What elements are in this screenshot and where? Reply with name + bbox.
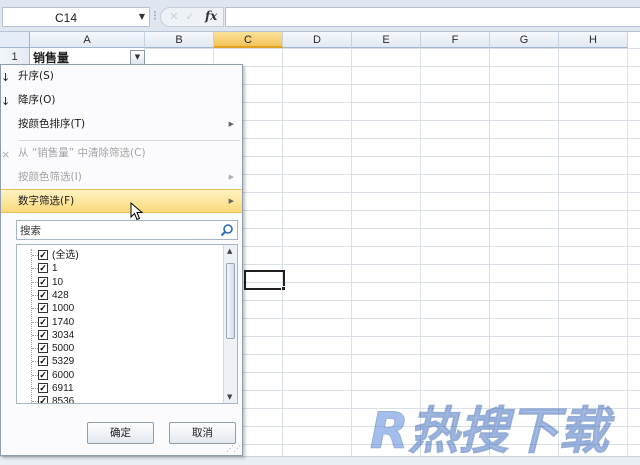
column-header-c[interactable]: C (214, 32, 283, 48)
tree-line (31, 249, 32, 403)
scroll-down-icon[interactable]: ▼ (227, 393, 232, 401)
checkbox[interactable]: ✓ (38, 356, 48, 367)
checklist-item-label: 5329 (52, 356, 75, 368)
formula-input[interactable] (225, 7, 640, 27)
active-cell-c14[interactable] (244, 270, 285, 290)
name-box[interactable]: C14 ▼ (2, 7, 150, 27)
checkbox[interactable]: ✓ (38, 289, 48, 300)
mouse-pointer-icon (130, 202, 144, 221)
checklist-item-label: 6000 (52, 369, 75, 381)
checkbox[interactable]: ✓ (38, 263, 48, 274)
search-input[interactable]: 搜索 (16, 220, 238, 240)
checklist-scrollbar[interactable]: ▲ ▼ (223, 245, 237, 403)
checklist-item-label: (全选) (52, 250, 79, 261)
column-header-g[interactable]: G (490, 32, 559, 48)
submenu-arrow-icon: ▶ (228, 173, 234, 181)
watermark-logo: R热搜下载 (370, 402, 617, 461)
sort-descending-icon: ↓ (1, 95, 11, 108)
select-all-corner[interactable] (0, 32, 30, 48)
checklist-item-label: 1740 (52, 316, 75, 328)
menu-item-label: 按颜色排序(T) (18, 118, 86, 130)
checkbox[interactable]: ✓ (38, 250, 48, 260)
checklist-item-label: 5000 (52, 343, 75, 355)
menu-item-label: 数字筛选(F) (18, 195, 75, 207)
checklist-item-label: 1000 (52, 303, 75, 315)
checkbox[interactable]: ✓ (38, 369, 48, 380)
value-checklist[interactable]: ✓ (全选) ✓ 1 ✓ 10 ✓ 428 ✓ 1000 ✓ 1740 ✓ 3034 ✓ 5000 ✓ 5329 ✓… (16, 244, 238, 404)
menu-item-label: 降序(O) (18, 94, 56, 106)
scroll-up-icon[interactable]: ▲ (227, 247, 232, 255)
clear-filter-icon: ⨯ (1, 148, 11, 161)
column-header-e[interactable]: E (352, 32, 421, 48)
name-box-value: C14 (55, 11, 78, 25)
menu-item-label: 按颜色筛选(I) (18, 171, 82, 183)
scroll-thumb[interactable] (226, 263, 235, 339)
checkbox[interactable]: ✓ (38, 383, 48, 393)
insert-function-icon[interactable]: fx (205, 9, 217, 23)
menu-clear-filter[interactable]: ⨯ 从 “销售量” 中清除筛选(C) (1, 142, 242, 166)
checkbox[interactable]: ✓ (38, 316, 48, 327)
checkbox[interactable]: ✓ (38, 343, 48, 354)
watermark-text: R热搜下载 (370, 402, 616, 460)
search-placeholder: 搜索 (20, 225, 41, 237)
column-header-h[interactable]: H (559, 32, 628, 48)
formula-bar-splitter[interactable]: ⁝ (150, 9, 160, 25)
menu-item-label: 升序(S) (18, 70, 54, 82)
name-box-dropdown-icon[interactable]: ▼ (139, 12, 145, 21)
submenu-arrow-icon: ▶ (228, 120, 234, 128)
menu-sort-ascending[interactable]: ↓ 升序(S) (1, 65, 242, 89)
resize-grip-icon[interactable]: ⋰⋰ (226, 444, 241, 453)
formula-bar: C14 ▼ ⁝ ✕ ✓ fx (0, 0, 640, 32)
checklist-item-label: 10 (52, 276, 64, 288)
checklist-item-label: 3034 (52, 329, 75, 341)
checklist-item-label: 428 (52, 289, 69, 301)
menu-filter-by-color[interactable]: 按颜色筛选(I) ▶ (1, 166, 242, 190)
menu-sort-by-color[interactable]: 按颜色排序(T) ▶ (1, 113, 242, 137)
sort-ascending-icon: ↓ (1, 71, 11, 84)
search-icon[interactable] (220, 223, 234, 237)
enter-icon[interactable]: ✓ (183, 10, 197, 24)
fill-handle[interactable] (281, 286, 286, 291)
submenu-arrow-icon: ▶ (228, 197, 234, 205)
formula-buttons: ✕ ✓ fx (160, 7, 224, 27)
column-header-a[interactable]: A (30, 32, 145, 48)
column-headers: ABCDEFGH (30, 32, 640, 48)
cancel-button[interactable]: 取消 (169, 422, 236, 444)
checklist-item-label: 1 (52, 263, 58, 275)
menu-sort-descending[interactable]: ↓ 降序(O) (1, 89, 242, 113)
column-header-b[interactable]: B (145, 32, 214, 48)
menu-number-filters[interactable]: 数字筛选(F) ▶ (1, 189, 242, 213)
checkbox[interactable]: ✓ (38, 329, 48, 340)
checkbox[interactable]: ✓ (38, 276, 48, 287)
filter-dropdown-button[interactable]: ▼ (130, 50, 145, 65)
checkbox[interactable]: ✓ (38, 396, 48, 403)
checkbox[interactable]: ✓ (38, 303, 48, 314)
column-header-d[interactable]: D (283, 32, 352, 48)
checklist-item-label: 6911 (52, 383, 74, 394)
menu-separator (18, 140, 240, 141)
autofilter-dropdown: ↓ 升序(S) ↓ 降序(O) 按颜色排序(T) ▶ ⨯ 从 “销售量” 中清除… (0, 64, 243, 456)
cancel-icon[interactable]: ✕ (167, 10, 181, 24)
ok-button[interactable]: 确定 (87, 422, 154, 444)
checklist-item-label: 8536 (52, 396, 75, 404)
column-header-f[interactable]: F (421, 32, 490, 48)
menu-item-label: 从 “销售量” 中清除筛选(C) (18, 147, 146, 159)
